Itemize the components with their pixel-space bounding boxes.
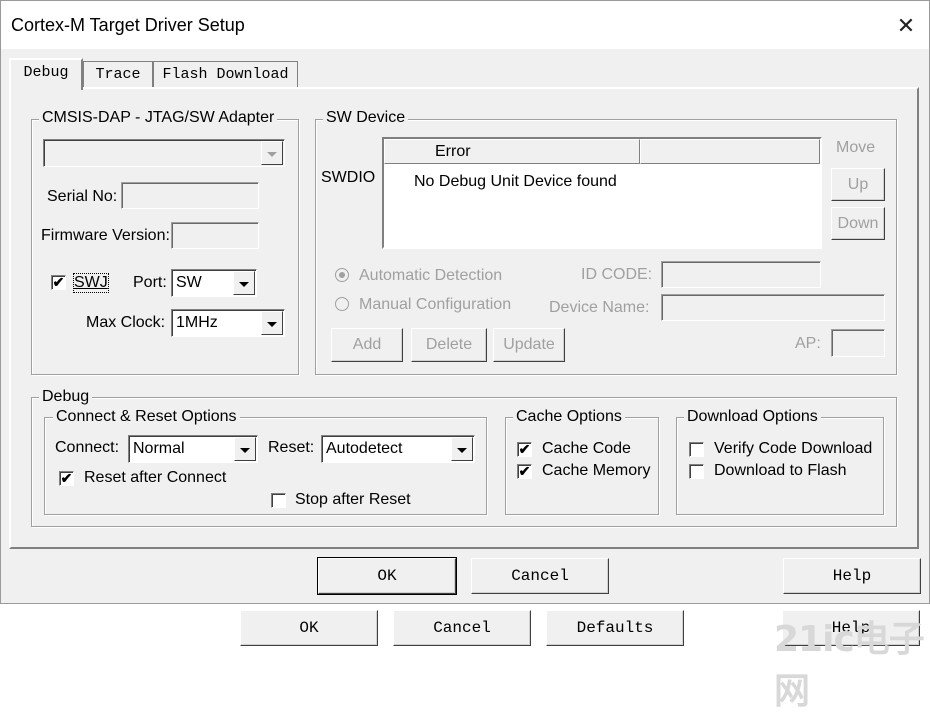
close-icon[interactable]: ✕ xyxy=(889,9,923,43)
move-label: Move xyxy=(836,139,876,156)
device-list-header-error[interactable]: Error xyxy=(384,139,640,164)
cancel-button[interactable]: Cancel xyxy=(471,558,609,594)
stop-after-reset-label: Stop after Reset xyxy=(295,491,411,508)
tab-flash-download[interactable]: Flash Download xyxy=(153,61,298,88)
download-flash-label: Download to Flash xyxy=(714,462,847,479)
id-code-field xyxy=(661,261,821,288)
connect-select-value: Normal xyxy=(133,440,185,457)
parent-ok-button[interactable]: OK xyxy=(240,610,378,646)
chevron-down-icon xyxy=(261,141,283,165)
swj-checkbox[interactable]: ✔ xyxy=(51,275,66,290)
connect-label: Connect: xyxy=(55,439,120,456)
watermark-logo: 21ic电子网 xyxy=(774,619,925,712)
max-clock-label: Max Clock: xyxy=(86,314,166,331)
update-button[interactable]: Update xyxy=(493,328,565,362)
device-list-header-blank[interactable] xyxy=(640,139,820,164)
cache-options-group-label: Cache Options xyxy=(513,408,625,426)
parent-defaults-button[interactable]: Defaults xyxy=(546,610,684,646)
ok-button[interactable]: OK xyxy=(317,557,457,595)
download-options-group-label: Download Options xyxy=(684,408,821,426)
window-title: Cortex-M Target Driver Setup xyxy=(11,15,245,35)
cache-code-checkbox[interactable]: ✔ xyxy=(517,442,532,457)
max-clock-select[interactable]: 1MHz xyxy=(171,309,285,337)
automatic-detection-radio[interactable] xyxy=(335,268,349,282)
ap-field xyxy=(831,329,885,357)
reset-after-connect-checkbox[interactable]: ✔ xyxy=(59,471,74,486)
reset-select[interactable]: Autodetect xyxy=(321,435,475,463)
title-bar: Cortex-M Target Driver Setup ✕ xyxy=(1,1,929,49)
adapter-select[interactable] xyxy=(43,139,285,167)
adapter-group-label: CMSIS-DAP - JTAG/SW Adapter xyxy=(39,109,278,127)
port-select[interactable]: SW xyxy=(171,269,257,297)
device-name-label: Device Name: xyxy=(549,299,650,316)
id-code-label: ID CODE: xyxy=(581,266,653,283)
chevron-down-icon xyxy=(234,437,256,461)
reset-after-connect-label: Reset after Connect xyxy=(84,469,227,486)
verify-download-checkbox[interactable] xyxy=(689,442,704,457)
ap-label: AP: xyxy=(795,335,821,352)
cache-memory-label: Cache Memory xyxy=(542,462,651,479)
serial-label: Serial No: xyxy=(47,188,118,205)
delete-button[interactable]: Delete xyxy=(411,328,487,362)
device-list-header-error-text: Error xyxy=(435,143,471,160)
tab-trace[interactable]: Trace xyxy=(83,61,153,88)
chevron-down-icon xyxy=(233,271,255,295)
device-name-field xyxy=(661,294,885,321)
connect-reset-group xyxy=(44,417,487,515)
port-select-value: SW xyxy=(176,274,202,291)
help-button[interactable]: Help xyxy=(783,558,921,594)
verify-download-label: Verify Code Download xyxy=(714,440,873,457)
debug-tab-panel: CMSIS-DAP - JTAG/SW Adapter Serial No: F… xyxy=(9,87,919,549)
port-label: Port: xyxy=(133,274,167,291)
automatic-detection-label: Automatic Detection xyxy=(359,267,503,284)
sw-device-group-label: SW Device xyxy=(323,109,409,127)
up-button[interactable]: Up xyxy=(831,168,885,201)
swj-label: SWJ xyxy=(73,273,109,293)
reset-label: Reset: xyxy=(268,439,315,456)
stop-after-reset-checkbox[interactable] xyxy=(271,493,286,508)
debug-options-group-label: Debug xyxy=(39,388,93,406)
reset-select-value: Autodetect xyxy=(326,440,403,457)
device-list[interactable]: Error No Debug Unit Device found xyxy=(382,137,822,249)
target-driver-setup-dialog: Cortex-M Target Driver Setup ✕ Debug Tra… xyxy=(0,0,930,604)
manual-configuration-label: Manual Configuration xyxy=(359,296,512,313)
connect-select[interactable]: Normal xyxy=(128,435,258,463)
firmware-field xyxy=(171,222,259,249)
swdio-label: SWDIO xyxy=(321,169,376,186)
manual-configuration-radio[interactable] xyxy=(335,297,349,311)
max-clock-select-value: 1MHz xyxy=(176,314,218,331)
down-button[interactable]: Down xyxy=(831,207,885,240)
chevron-down-icon xyxy=(261,311,283,335)
chevron-down-icon xyxy=(451,437,473,461)
tab-debug[interactable]: Debug xyxy=(9,58,83,90)
cache-memory-checkbox[interactable]: ✔ xyxy=(517,464,532,479)
firmware-label: Firmware Version: xyxy=(41,227,170,244)
cache-code-label: Cache Code xyxy=(542,440,631,457)
device-list-message: No Debug Unit Device found xyxy=(414,173,617,190)
add-button[interactable]: Add xyxy=(331,328,403,362)
download-flash-checkbox[interactable] xyxy=(689,464,704,479)
connect-reset-group-label: Connect & Reset Options xyxy=(53,408,240,426)
serial-field xyxy=(121,182,259,209)
parent-cancel-button[interactable]: Cancel xyxy=(393,610,531,646)
